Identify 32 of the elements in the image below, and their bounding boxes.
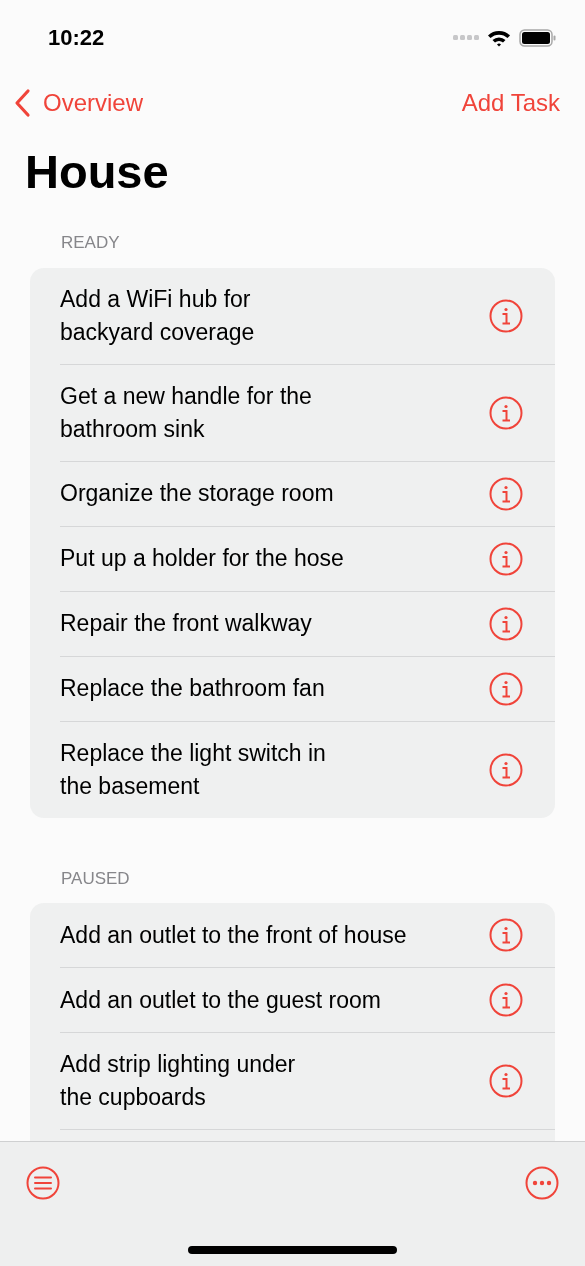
task-title[interactable]: Add a WiFi hub for backyard coverage <box>60 282 489 349</box>
info-icon[interactable] <box>489 918 523 952</box>
page-title: House <box>24 148 170 195</box>
info-icon[interactable] <box>489 606 523 641</box>
section-header: READY <box>60 232 121 254</box>
section-header: PAUSED <box>60 867 131 890</box>
info-icon[interactable] <box>489 476 523 511</box>
status-time: 10:22 <box>48 24 105 52</box>
signal-icon <box>453 34 479 41</box>
info-icon[interactable] <box>489 541 523 576</box>
task-title[interactable]: Repair the front walkway <box>60 607 489 640</box>
back-button[interactable]: Overview <box>13 85 144 121</box>
battery-icon <box>519 28 556 47</box>
task-title[interactable]: Put up a holder for the hose <box>60 542 489 575</box>
wifi-icon <box>487 28 511 47</box>
info-icon[interactable] <box>489 298 523 333</box>
task-title[interactable]: Replace the light switch in the basement <box>60 736 489 803</box>
more-icon[interactable] <box>525 1166 559 1200</box>
task-title[interactable]: Get a new handle for the bathroom sink <box>60 379 489 446</box>
info-icon[interactable] <box>489 983 523 1017</box>
task-title[interactable]: Organize the storage room <box>60 477 489 510</box>
task-title[interactable]: Add an outlet to the guest room <box>60 983 489 1017</box>
task-title[interactable]: Add strip lighting under the cupboards <box>60 1048 489 1114</box>
info-icon[interactable] <box>489 671 523 706</box>
info-icon[interactable] <box>489 395 523 430</box>
info-icon[interactable] <box>489 1064 523 1098</box>
chevron-left-icon <box>13 88 31 118</box>
task-title[interactable]: Replace the bathroom fan <box>60 672 489 705</box>
list-icon[interactable] <box>26 1166 60 1200</box>
add-task-button[interactable]: Add Task <box>461 85 560 121</box>
task-title[interactable]: Add an outlet to the front of house <box>60 918 489 952</box>
info-icon[interactable] <box>489 752 523 787</box>
